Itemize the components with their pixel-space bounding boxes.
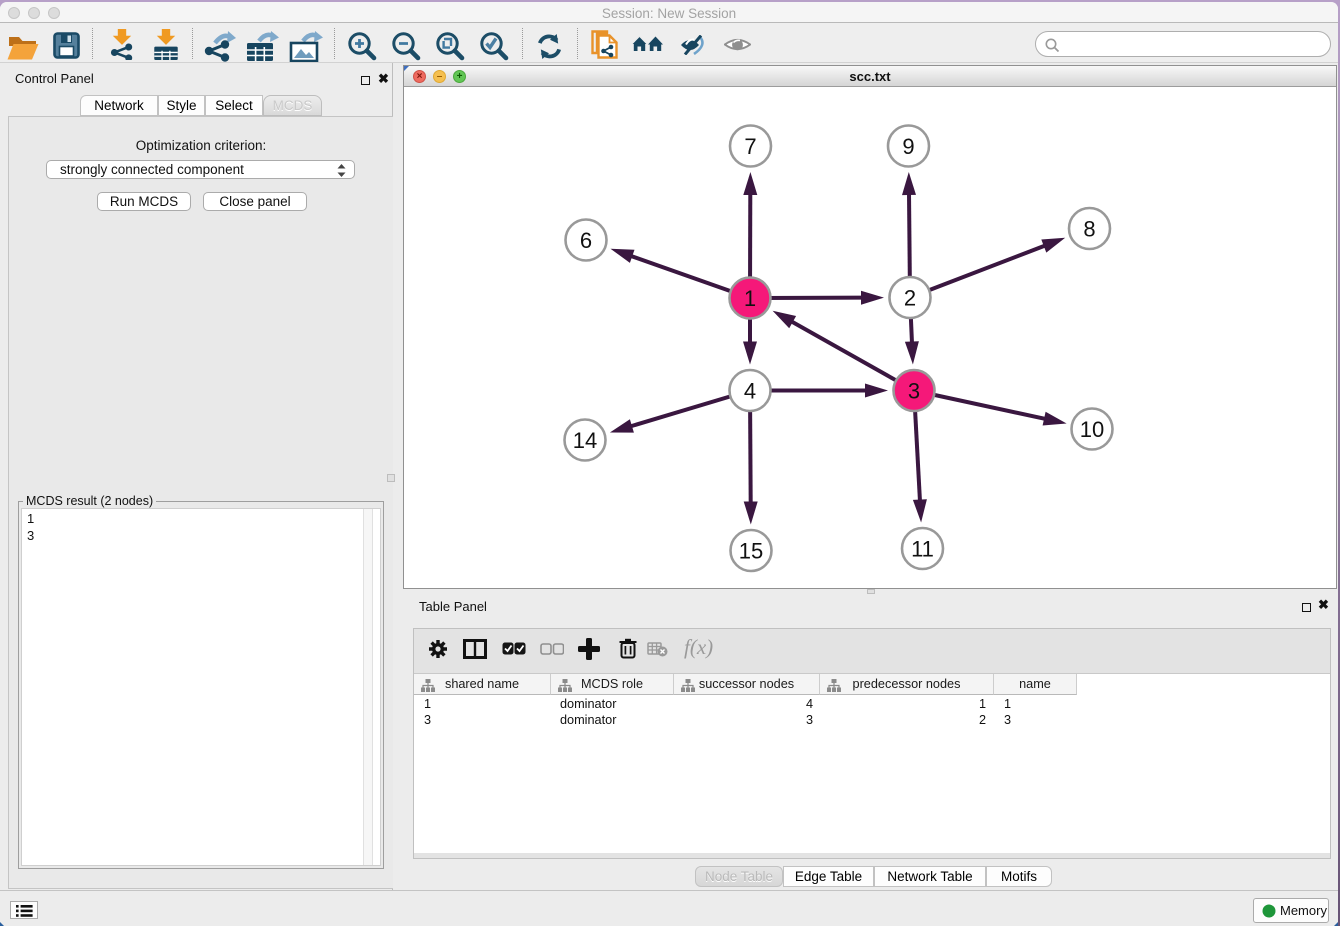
- svg-text:15: 15: [739, 539, 763, 564]
- svg-text:11: 11: [911, 537, 934, 562]
- svg-text:9: 9: [902, 134, 914, 159]
- svg-text:10: 10: [1080, 417, 1104, 442]
- svg-text:1: 1: [744, 286, 756, 311]
- svg-text:2: 2: [904, 286, 916, 311]
- svg-text:3: 3: [908, 379, 920, 404]
- svg-text:6: 6: [580, 228, 592, 253]
- svg-text:8: 8: [1083, 217, 1095, 242]
- svg-text:7: 7: [744, 134, 756, 159]
- svg-text:4: 4: [744, 379, 756, 404]
- svg-text:14: 14: [573, 428, 597, 453]
